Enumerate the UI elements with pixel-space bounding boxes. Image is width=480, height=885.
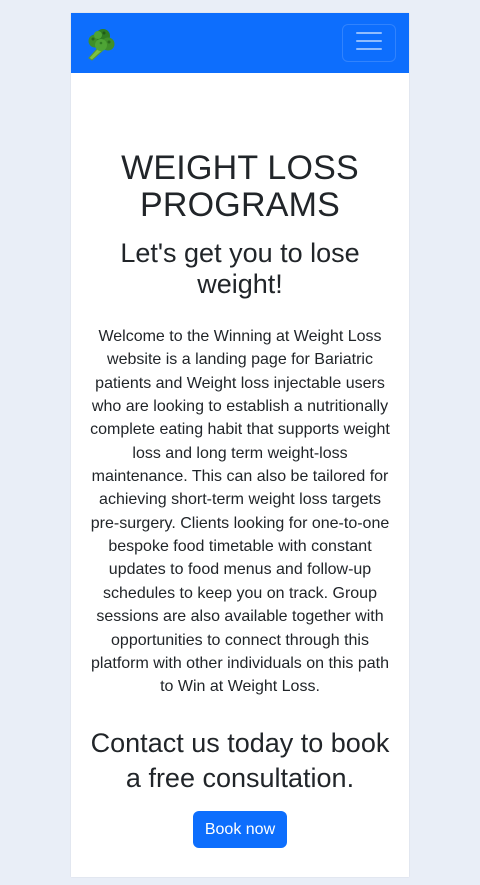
menu-toggle-button[interactable] — [342, 24, 396, 62]
contact-heading: Contact us today to book a free consulta… — [90, 727, 390, 793]
page-card: WEIGHT LOSS PROGRAMS Let's get you to lo… — [71, 13, 409, 877]
book-now-button[interactable]: Book now — [192, 810, 288, 848]
hamburger-menu-icon — [354, 29, 384, 58]
broccoli-icon[interactable] — [83, 27, 117, 61]
navbar — [71, 13, 409, 73]
page-title: WEIGHT LOSS PROGRAMS — [121, 149, 359, 225]
intro-paragraph: Welcome to the Winning at Weight Loss we… — [90, 327, 390, 696]
page-subtitle: Let's get you to lose weight! — [120, 237, 360, 299]
hero-section: WEIGHT LOSS PROGRAMS Let's get you to lo… — [71, 73, 409, 848]
